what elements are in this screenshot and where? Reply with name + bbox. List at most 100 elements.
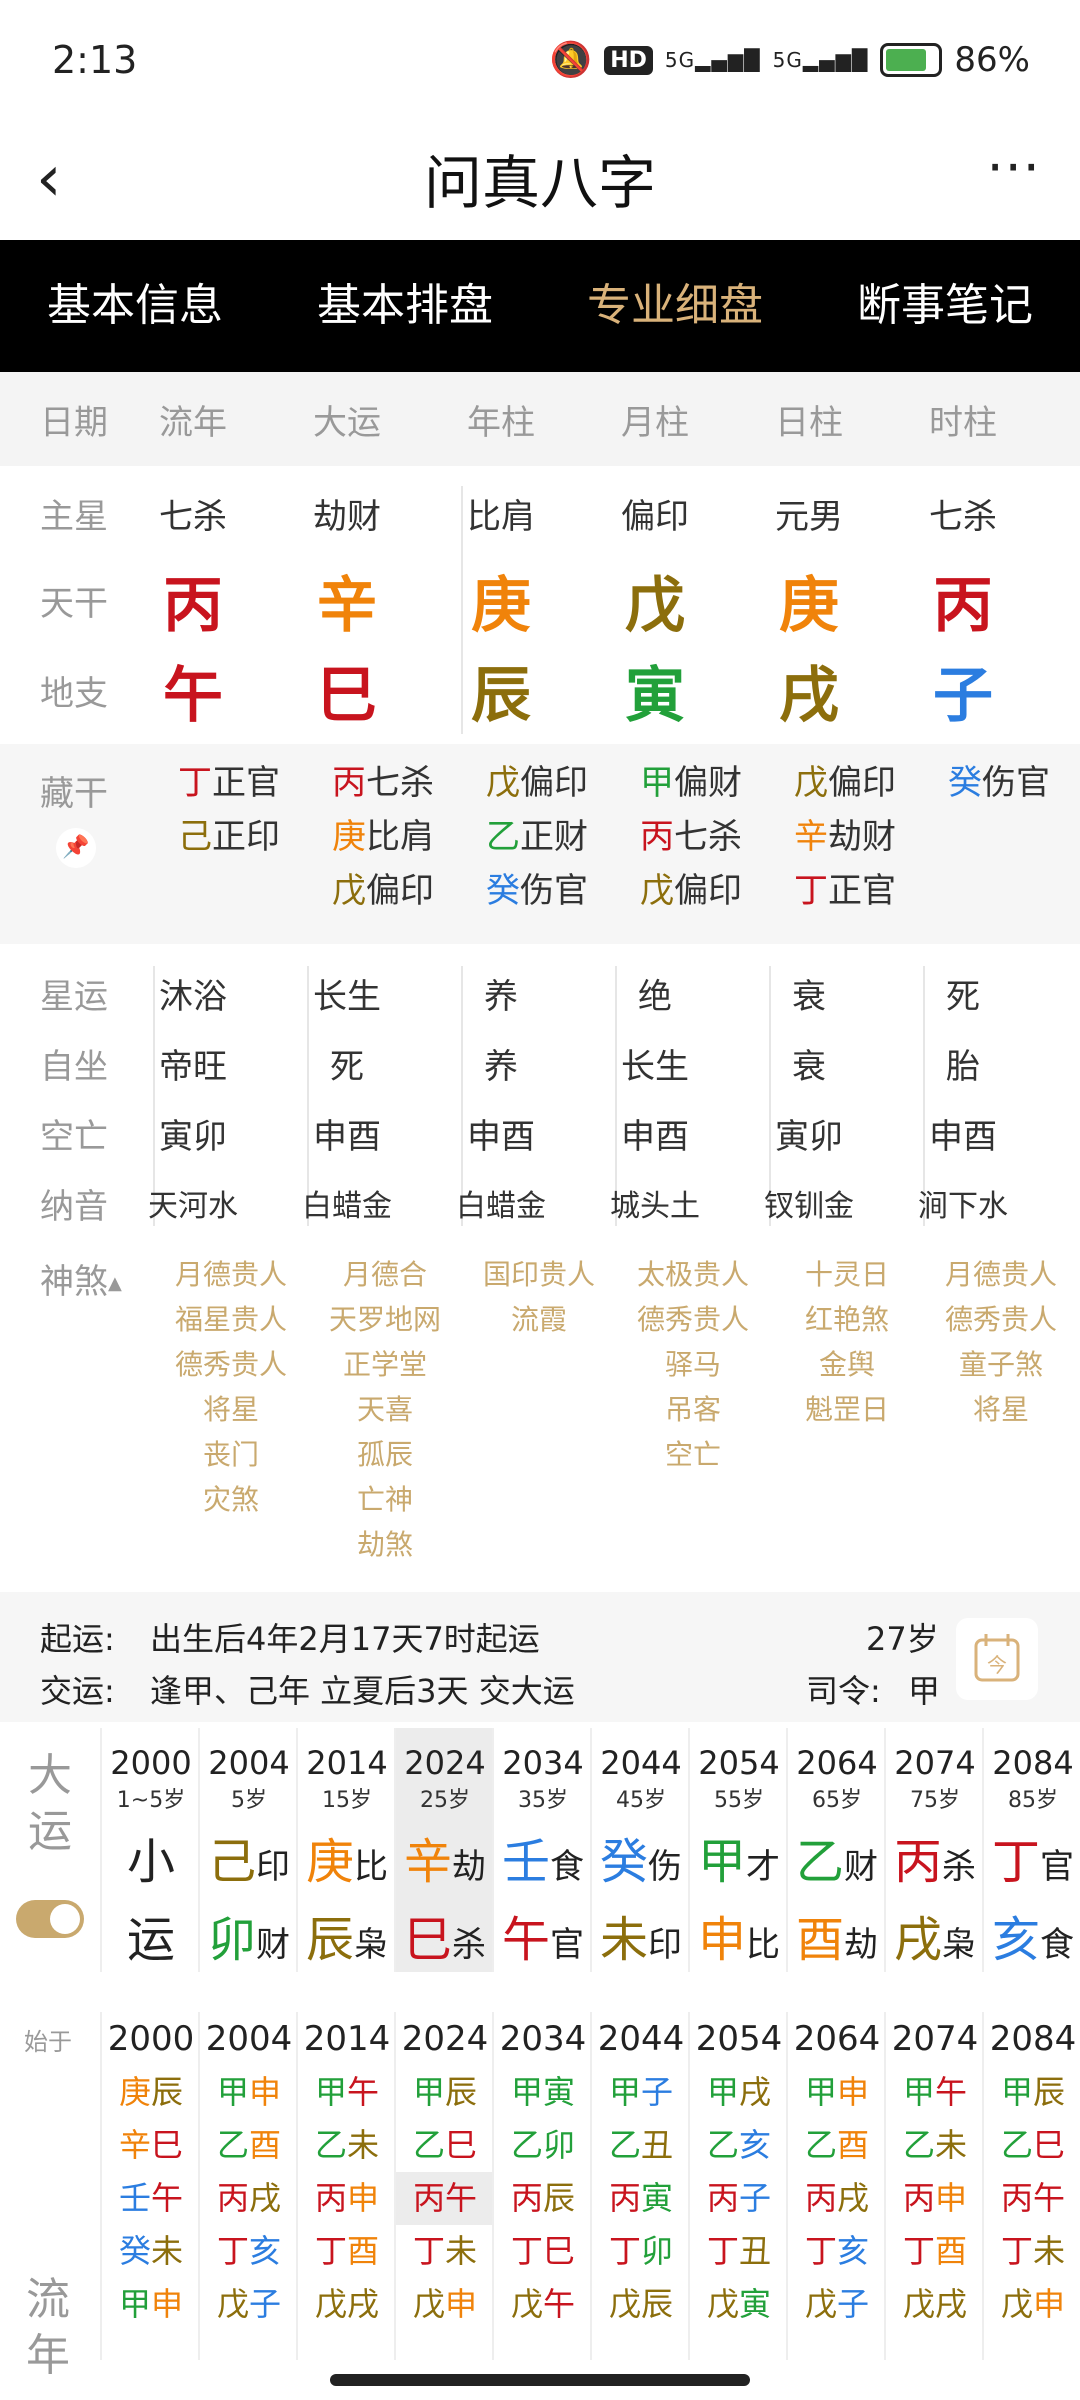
dayun-item[interactable]: 2024 25岁 辛劫 巳杀 [394,1728,494,1972]
shensha-item[interactable]: 将星 [924,1387,1078,1432]
liunian-item[interactable]: 戊午 [494,2278,592,2331]
calendar-icon[interactable]: 今 [956,1618,1038,1700]
liunian-item[interactable]: 丁未 [984,2225,1080,2278]
shensha-item[interactable]: 吊客 [616,1387,770,1432]
liunian-item[interactable]: 甲申 [788,2066,886,2119]
liunian-item[interactable]: 甲子 [592,2066,690,2119]
hidden-stem: 丁正官 [178,763,280,803]
shensha-item[interactable]: 天罗地网 [308,1297,462,1342]
liunian-item[interactable]: 乙亥 [690,2119,788,2172]
liunian-item[interactable]: 丁酉 [298,2225,396,2278]
dayun-item[interactable]: 2064 65岁 乙财 酉劫 [786,1728,886,1972]
liunian-item[interactable]: 乙巳 [984,2119,1080,2172]
liunian-item[interactable]: 甲申 [200,2066,298,2119]
liunian-item[interactable]: 丙寅 [592,2172,690,2225]
liunian-item[interactable]: 乙未 [886,2119,984,2172]
liunian-item[interactable]: 丁酉 [886,2225,984,2278]
pin-icon[interactable]: 📌 [56,828,96,868]
liunian-item[interactable]: 戊寅 [690,2278,788,2331]
liunian-item[interactable]: 乙丑 [592,2119,690,2172]
liunian-item[interactable]: 甲戌 [690,2066,788,2119]
tab-basic-info[interactable]: 基本信息 [0,240,270,372]
shensha-item[interactable]: 空亡 [616,1432,770,1477]
liunian-item[interactable]: 戊戌 [298,2278,396,2331]
liunian-item[interactable]: 庚辰 [102,2066,200,2119]
dayun-item[interactable]: 2074 75岁 丙杀 戌枭 [884,1728,984,1972]
liunian-item[interactable]: 癸未 [102,2225,200,2278]
liunian-item[interactable]: 丙申 [886,2172,984,2225]
shensha-item[interactable]: 童子煞 [924,1342,1078,1387]
dayun-item[interactable]: 2034 35岁 壬食 午官 [492,1728,592,1972]
liunian-item[interactable]: 丁未 [396,2225,494,2278]
shensha-item[interactable]: 国印贵人 [462,1252,616,1297]
liunian-item[interactable]: 辛巳 [102,2119,200,2172]
liunian-item[interactable]: 戊辰 [592,2278,690,2331]
dayun-item[interactable]: 2054 55岁 甲才 申比 [688,1728,788,1972]
shensha-item[interactable]: 正学堂 [308,1342,462,1387]
tab-pro-chart[interactable]: 专业细盘 [540,240,810,372]
shensha-label[interactable]: 神煞▲ [40,1254,122,1303]
dayun-item[interactable]: 2004 5岁 己印 卯财 [198,1728,298,1972]
liunian-item[interactable]: 丙午 [984,2172,1080,2225]
shensha-item[interactable]: 孤辰 [308,1432,462,1477]
toggle-switch[interactable] [16,1900,84,1938]
liunian-item[interactable]: 甲辰 [984,2066,1080,2119]
home-indicator[interactable] [330,2374,750,2386]
liunian-item[interactable]: 乙卯 [494,2119,592,2172]
liunian-item[interactable]: 戊戌 [886,2278,984,2331]
shensha-item[interactable]: 福星贵人 [154,1297,308,1342]
shensha-item[interactable]: 劫煞 [308,1522,462,1567]
shensha-item[interactable]: 流霞 [462,1297,616,1342]
shensha-item[interactable]: 德秀贵人 [154,1342,308,1387]
liunian-item[interactable]: 甲午 [298,2066,396,2119]
liunian-item[interactable]: 乙酉 [788,2119,886,2172]
dayun-item[interactable]: 2084 85岁 丁官 亥食 [982,1728,1080,1972]
dayun-item[interactable]: 2014 15岁 庚比 辰枭 [296,1728,396,1972]
liunian-item[interactable]: 壬午 [102,2172,200,2225]
tab-notes[interactable]: 断事笔记 [810,240,1080,372]
liunian-item[interactable]: 丙戌 [788,2172,886,2225]
liunian-item[interactable]: 丙子 [690,2172,788,2225]
shensha-item[interactable]: 丧门 [154,1432,308,1477]
liunian-year: 2000 [107,2019,195,2059]
liunian-item[interactable]: 丁亥 [788,2225,886,2278]
liunian-item[interactable]: 丙戌 [200,2172,298,2225]
shensha-item[interactable]: 月德贵人 [924,1252,1078,1297]
liunian-item[interactable]: 乙巳 [396,2119,494,2172]
shensha-item[interactable]: 天喜 [308,1387,462,1432]
liunian-item[interactable]: 丙午 [396,2172,494,2225]
liunian-item[interactable]: 戊子 [200,2278,298,2331]
shensha-item[interactable]: 灾煞 [154,1477,308,1522]
more-icon[interactable]: ⋯ [986,134,1040,197]
liunian-item[interactable]: 甲辰 [396,2066,494,2119]
shensha-item[interactable]: 红艳煞 [770,1297,924,1342]
shensha-item[interactable]: 太极贵人 [616,1252,770,1297]
liunian-item[interactable]: 丙辰 [494,2172,592,2225]
shensha-item[interactable]: 德秀贵人 [924,1297,1078,1342]
shensha-item[interactable]: 金舆 [770,1342,924,1387]
tab-basic-chart[interactable]: 基本排盘 [270,240,540,372]
liunian-item[interactable]: 甲寅 [494,2066,592,2119]
liunian-item[interactable]: 丁巳 [494,2225,592,2278]
dayun-item[interactable]: 2044 45岁 癸伤 未印 [590,1728,690,1972]
liunian-item[interactable]: 丁卯 [592,2225,690,2278]
shensha-item[interactable]: 德秀贵人 [616,1297,770,1342]
liunian-item[interactable]: 戊申 [396,2278,494,2331]
shensha-item[interactable]: 亡神 [308,1477,462,1522]
liunian-item[interactable]: 戊申 [984,2278,1080,2331]
liunian-item[interactable]: 丁丑 [690,2225,788,2278]
dayun-item[interactable]: 2000 1~5岁小运 [100,1728,200,1972]
liunian-item[interactable]: 甲申 [102,2278,200,2331]
liunian-item[interactable]: 甲午 [886,2066,984,2119]
shensha-item[interactable]: 月德合 [308,1252,462,1297]
liunian-item[interactable]: 丁亥 [200,2225,298,2278]
shensha-item[interactable]: 月德贵人 [154,1252,308,1297]
liunian-item[interactable]: 乙未 [298,2119,396,2172]
shensha-item[interactable]: 魁罡日 [770,1387,924,1432]
liunian-item[interactable]: 乙酉 [200,2119,298,2172]
shensha-item[interactable]: 十灵日 [770,1252,924,1297]
liunian-item[interactable]: 丙申 [298,2172,396,2225]
shensha-item[interactable]: 驿马 [616,1342,770,1387]
liunian-item[interactable]: 戊子 [788,2278,886,2331]
shensha-item[interactable]: 将星 [154,1387,308,1432]
